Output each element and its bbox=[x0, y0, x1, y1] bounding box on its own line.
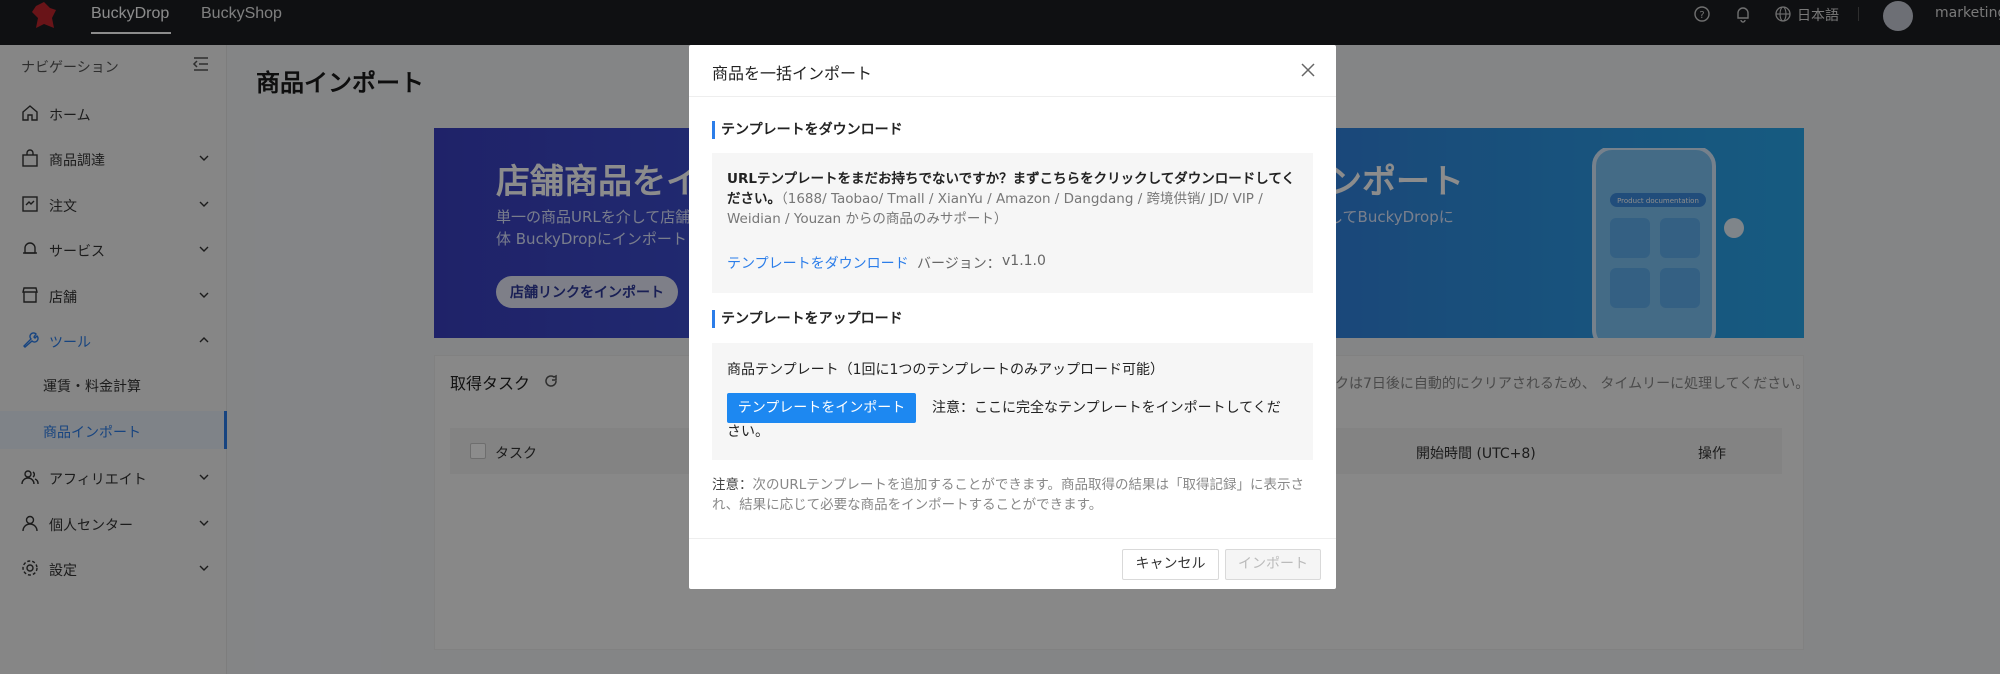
close-icon[interactable] bbox=[1301, 63, 1315, 77]
modal-header: 商品を一括インポート bbox=[689, 45, 1336, 97]
download-template-link[interactable]: テンプレートをダウンロード bbox=[727, 253, 909, 273]
modal-footer: キャンセル インポート bbox=[689, 538, 1336, 589]
import-button[interactable]: インポート bbox=[1225, 549, 1321, 580]
cancel-button[interactable]: キャンセル bbox=[1122, 549, 1219, 580]
upload-section-title: テンプレートをアップロード bbox=[712, 310, 903, 328]
footer-note-text: 次のURLテンプレートを追加することができます。商品取得の結果は「取得記録」に表… bbox=[712, 477, 1305, 513]
download-panel: URLテンプレートをまだお持ちでないですか？まずこちらをクリックしてダウンロード… bbox=[712, 153, 1313, 293]
modal-title: 商品を一括インポート bbox=[712, 64, 873, 83]
footer-note: 注意：次のURLテンプレートを追加することができます。商品取得の結果は「取得記録… bbox=[712, 475, 1312, 515]
supported-platforms: （1688/ Taobao/ Tmall / XianYu / Amazon /… bbox=[727, 191, 1263, 227]
upload-panel: 商品テンプレート（1回に1つのテンプレートのみアップロード可能） 注意：ここに完… bbox=[712, 343, 1313, 460]
bulk-import-modal: 商品を一括インポート テンプレートをダウンロード URLテンプレートをまだお持ち… bbox=[689, 45, 1336, 589]
version-label: バージョン： bbox=[917, 256, 1001, 272]
download-instructions: URLテンプレートをまだお持ちでないですか？まずこちらをクリックしてダウンロード… bbox=[727, 169, 1299, 229]
download-section-title: テンプレートをダウンロード bbox=[712, 121, 903, 139]
import-template-button[interactable]: テンプレートをインポート bbox=[727, 393, 916, 423]
version-value: v1.1.0 bbox=[1002, 253, 1046, 269]
footer-note-label: 注意： bbox=[712, 477, 753, 493]
upload-label: 商品テンプレート（1回に1つのテンプレートのみアップロード可能） bbox=[727, 362, 1164, 378]
